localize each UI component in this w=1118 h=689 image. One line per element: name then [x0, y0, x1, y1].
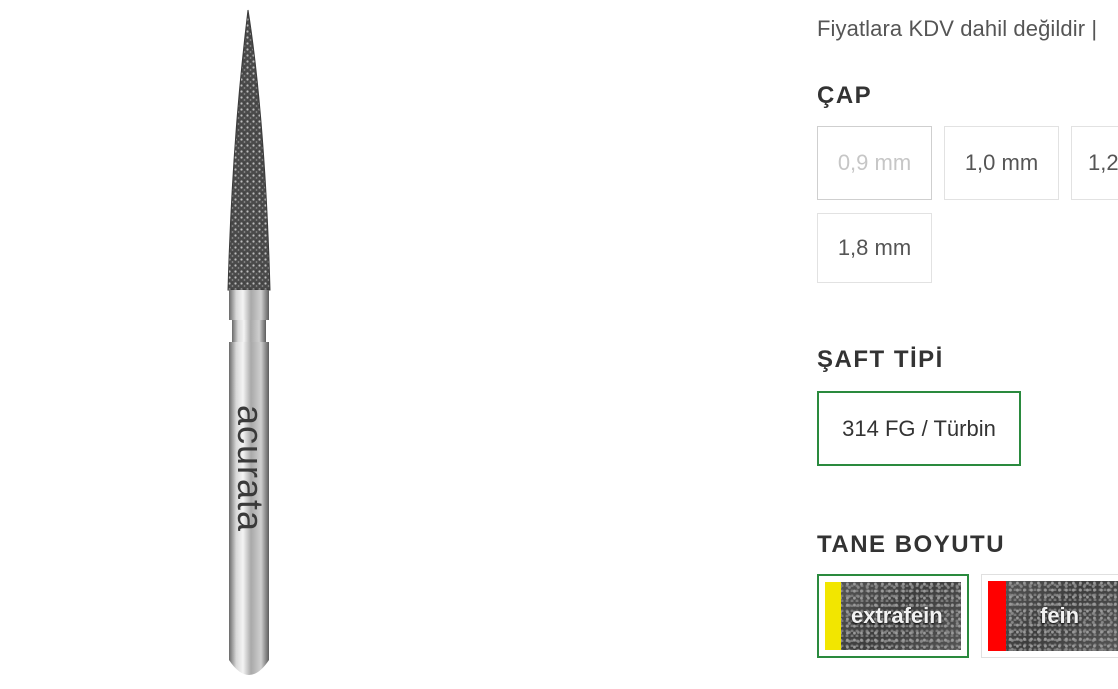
bur-neck — [229, 290, 269, 320]
grain-option-fein[interactable]: fein — [981, 574, 1118, 658]
grain-swatch: extrafein — [825, 582, 961, 650]
diameter-option-0-9[interactable]: 0,9 mm — [817, 126, 932, 200]
diameter-option-label: 1,8 mm — [837, 235, 912, 260]
grain-swatch: fein — [988, 581, 1118, 651]
diameter-option-1-2[interactable]: 1,2 — [1071, 126, 1118, 200]
grain-color-stripe — [825, 582, 841, 650]
shaft-title: ŞAFT TİPİ — [817, 346, 944, 373]
diameter-option-label: 0,9 mm — [837, 150, 912, 175]
tax-note: Fiyatlara KDV dahil değildir | — [817, 16, 1098, 41]
diameter-option-1-8[interactable]: 1,8 mm — [817, 213, 932, 283]
grain-option-extrafein[interactable]: extrafein — [817, 574, 969, 658]
brand-engraving: acurata — [230, 405, 271, 532]
grain-color-stripe — [988, 581, 1006, 651]
grain-option-label: fein — [1040, 603, 1080, 628]
diameter-option-label: 1,0 mm — [964, 150, 1039, 175]
shaft-option-label: 314 FG / Türbin — [842, 415, 996, 441]
product-image: acurata — [227, 9, 271, 675]
diameter-option-label: 1,2 — [1088, 150, 1118, 175]
diameter-option-1-0[interactable]: 1,0 mm — [944, 126, 1059, 200]
grain-option-label: extrafein — [851, 603, 943, 628]
diameter-title: ÇAP — [817, 82, 873, 109]
bur-working-part — [227, 9, 271, 291]
grain-title: TANE BOYUTU — [817, 531, 1006, 558]
shaft-option-314-fg[interactable]: 314 FG / Türbin — [817, 391, 1021, 466]
